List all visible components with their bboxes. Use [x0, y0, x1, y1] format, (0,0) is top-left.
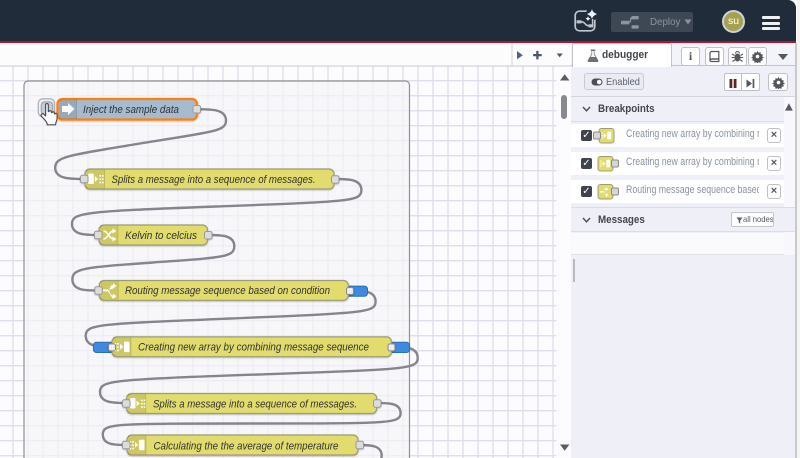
svg-text:Creating new array by combinin: Creating new array by combining message …: [138, 341, 369, 353]
svg-text:Routing message sequence based: Routing message sequence based on condit…: [125, 285, 330, 297]
svg-text:Calculating the the average of: Calculating the the average of temperatu…: [154, 440, 339, 452]
svg-text:Inject the sample data: Inject the sample data: [83, 104, 179, 116]
svg-text:Splits a message into a sequen: Splits a message into a sequence of mess…: [153, 398, 357, 410]
svg-text:Kelvin to celcius: Kelvin to celcius: [125, 229, 197, 241]
svg-text:Splits a message into a sequen: Splits a message into a sequence of mess…: [112, 173, 316, 185]
